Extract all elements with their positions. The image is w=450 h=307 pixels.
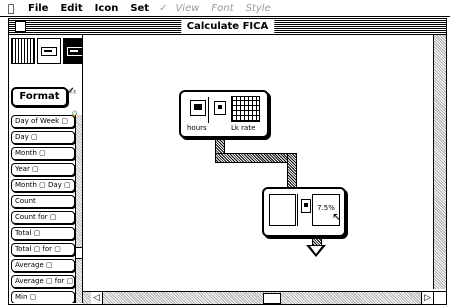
divider	[208, 97, 209, 123]
connector-icon	[214, 101, 226, 115]
apple-menu-icon[interactable]: 	[0, 2, 22, 15]
selected-mini-icon	[67, 47, 82, 56]
horizontal-scrollbar[interactable]: ◁ ▷	[83, 291, 433, 304]
format-hand-icon[interactable]: ✍	[67, 85, 76, 98]
check-icon: ✓	[159, 2, 168, 14]
connector-icon	[301, 199, 311, 213]
menu-set[interactable]: Set	[124, 3, 155, 14]
icon-palette: Format ✍ 🔒 Day of Week ▢ Day ▢ Month ▢ Y…	[9, 35, 83, 303]
window-title: Calculate FICA	[180, 20, 275, 33]
palette-item[interactable]: Day ▢	[11, 131, 75, 144]
close-box[interactable]	[15, 21, 26, 32]
palette-item[interactable]: Month ▢ Day ▢	[11, 179, 75, 192]
palette-item[interactable]: Average ▢ for ▢	[11, 275, 75, 288]
grid-palette-icon[interactable]	[11, 38, 35, 64]
field-palette-icon[interactable]	[37, 38, 61, 64]
palette-item[interactable]: Year ▢	[11, 163, 75, 176]
palette-item[interactable]: Month ▢	[11, 147, 75, 160]
result-field	[269, 194, 296, 226]
palette-tabs	[11, 38, 82, 64]
palette-item[interactable]: Day of Week ▢	[11, 115, 75, 128]
table-icon	[231, 96, 260, 122]
palette-scrollbar[interactable]	[75, 115, 82, 303]
menu-file[interactable]: File	[22, 3, 54, 14]
selected-palette-icon[interactable]	[63, 38, 82, 64]
format-button[interactable]: Format	[11, 87, 68, 107]
vertical-scrollbar[interactable]	[433, 35, 446, 289]
menu-bar:  File Edit Icon Set ✓ View Font Style	[0, 0, 450, 17]
palette-item[interactable]: Total ▢	[11, 227, 75, 240]
flow-arrow-icon	[306, 245, 326, 257]
field-mini-icon	[41, 47, 57, 56]
palette-scroll-thumb[interactable]	[75, 247, 82, 259]
hours-rate-node[interactable]: hours Lk rate	[179, 90, 269, 138]
document-window: Calculate FICA Format ✍ 🔒 Day of Week ▢ …	[8, 18, 447, 305]
menu-style[interactable]: Style	[240, 3, 277, 14]
hours-label: hours	[187, 124, 207, 132]
fica-rate-node[interactable]: 7.5% ↖	[262, 187, 346, 237]
rate-label: Lk rate	[231, 124, 256, 132]
resize-box[interactable]	[433, 291, 446, 304]
palette-item[interactable]: Count	[11, 195, 75, 208]
menu-icon[interactable]: Icon	[89, 3, 125, 14]
palette-item[interactable]: Count for ▢	[11, 211, 75, 224]
palette-item[interactable]: Total ▢ for ▢	[11, 243, 75, 256]
palette-item[interactable]: Average ▢	[11, 259, 75, 272]
menu-view[interactable]: View	[169, 3, 205, 14]
divider	[297, 194, 298, 226]
title-bar[interactable]: Calculate FICA	[9, 19, 446, 35]
field-icon	[190, 100, 206, 116]
palette-item-list: Day of Week ▢ Day ▢ Month ▢ Year ▢ Month…	[11, 115, 75, 303]
scroll-left-icon[interactable]: ◁	[91, 292, 103, 304]
cursor-icon: ↖	[332, 210, 343, 224]
scroll-right-icon[interactable]: ▷	[421, 292, 433, 304]
menu-font[interactable]: Font	[205, 3, 239, 14]
flow-connector	[215, 153, 295, 163]
palette-item[interactable]: Min ▢	[11, 291, 75, 303]
menu-edit[interactable]: Edit	[54, 3, 88, 14]
horizontal-scroll-thumb[interactable]	[263, 293, 281, 304]
